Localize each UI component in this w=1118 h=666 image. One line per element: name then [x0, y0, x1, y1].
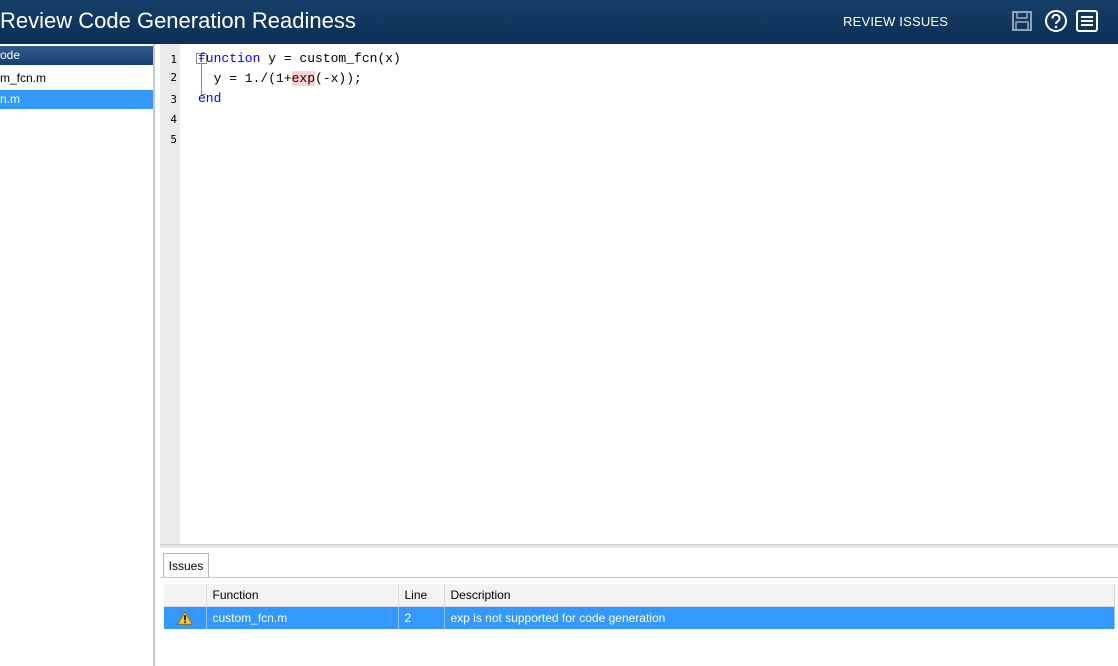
code-editor[interactable]: 1 2 3 4 5 function y = custom_fcn(x) y =…: [160, 44, 1116, 544]
column-header-line[interactable]: Line: [398, 584, 445, 607]
tree-item-file[interactable]: m_fcn.m: [0, 69, 153, 88]
code-line: y = 1./(1+exp(-x));: [198, 70, 362, 87]
code-line: function y = custom_fcn(x): [198, 50, 401, 67]
tab-underline: [160, 577, 1118, 578]
function-cell: custom_fcn.m: [206, 606, 399, 629]
keyword: function: [198, 51, 261, 66]
severity-cell: [164, 606, 207, 629]
code-text: y = custom_fcn(x): [260, 51, 401, 66]
line-cell: 2: [398, 606, 445, 629]
code-text: y = 1./(1+: [198, 71, 292, 86]
line-number: 4: [170, 113, 177, 126]
help-icon[interactable]: [1043, 8, 1069, 34]
line-number: 3: [170, 93, 177, 106]
tree-item-label: m_fcn.m: [0, 71, 47, 85]
file-tree-panel: ode m_fcn.m n.m: [0, 44, 155, 666]
title-bar: Review Code Generation Readiness REVIEW …: [0, 0, 1118, 44]
code-text: (-x));: [315, 71, 362, 86]
highlighted-issue-token[interactable]: exp: [291, 71, 316, 86]
column-header-description[interactable]: Description: [444, 584, 1115, 607]
menu-icon[interactable]: [1074, 8, 1100, 34]
column-header-function[interactable]: Function: [206, 584, 399, 607]
warning-icon: [176, 611, 193, 626]
tree-item-label: ode: [0, 48, 21, 62]
window-title: Review Code Generation Readiness: [0, 8, 356, 33]
tree-item-file-selected[interactable]: n.m: [0, 90, 153, 109]
code-line: end: [198, 90, 221, 107]
tree-root-item[interactable]: ode: [0, 46, 153, 65]
issues-panel: Issues Function Line Description custom_…: [160, 548, 1118, 666]
line-number: 5: [170, 133, 177, 146]
line-number: 2: [170, 71, 177, 84]
keyword: end: [198, 91, 222, 106]
table-header-row: Function Line Description: [164, 584, 1115, 607]
description-cell: exp is not supported for code generation: [444, 606, 1115, 629]
line-number-gutter: 1 2 3 4 5: [160, 44, 180, 544]
tree-item-label: n.m: [0, 92, 21, 106]
review-issues-tab[interactable]: REVIEW ISSUES: [843, 14, 948, 30]
tab-issues[interactable]: Issues: [163, 553, 209, 578]
save-icon[interactable]: [1009, 8, 1035, 34]
column-header-severity[interactable]: [164, 584, 207, 607]
table-row[interactable]: custom_fcn.m 2 exp is not supported for …: [164, 606, 1115, 629]
issues-table: Function Line Description custom_fcn.m 2…: [164, 584, 1115, 629]
line-number: 1: [170, 53, 177, 66]
